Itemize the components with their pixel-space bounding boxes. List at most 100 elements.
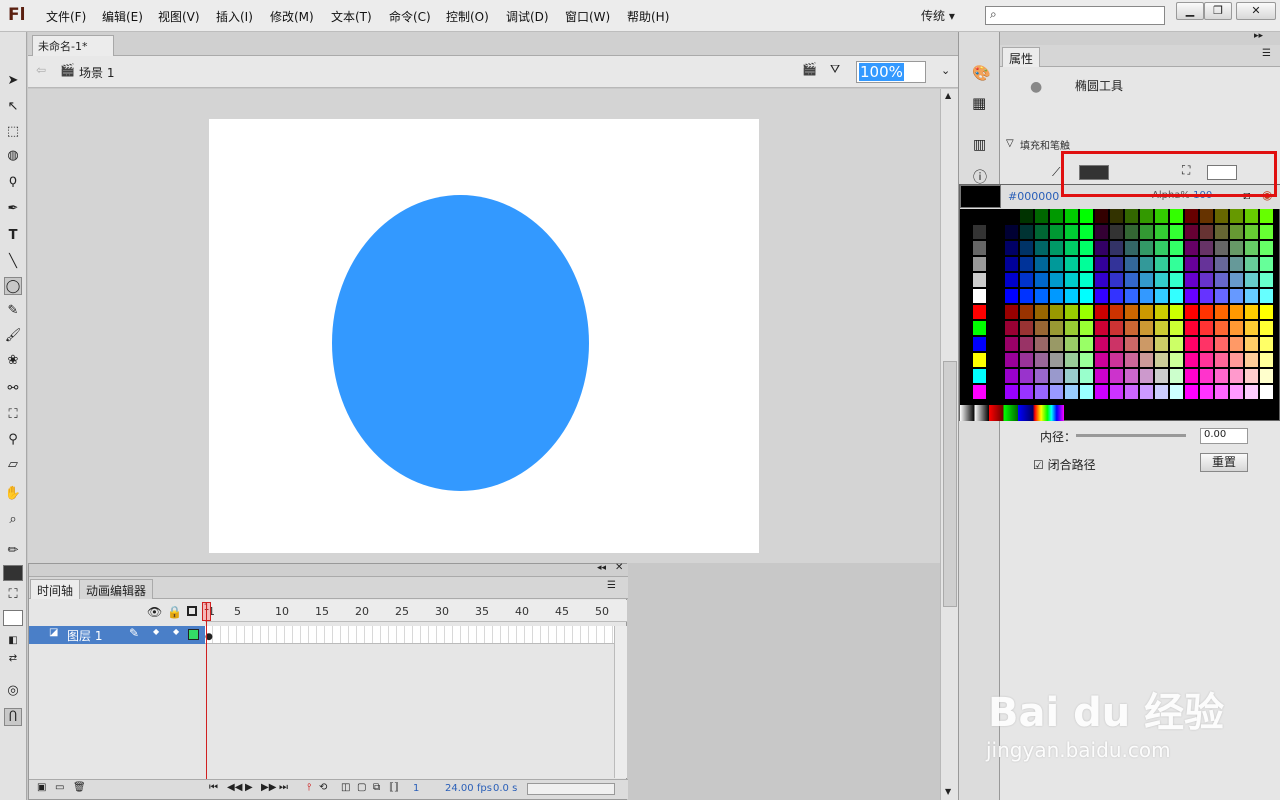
color-swatch[interactable] bbox=[1065, 369, 1079, 384]
edit-multiple-icon[interactable]: ⧉ bbox=[373, 782, 380, 793]
color-swatch[interactable] bbox=[1050, 273, 1064, 288]
color-swatch[interactable] bbox=[1110, 289, 1124, 304]
chevron-down-icon[interactable]: ▽ bbox=[1006, 138, 1014, 149]
pen-tool-icon[interactable]: ✒ bbox=[4, 200, 22, 218]
color-swatch[interactable] bbox=[1245, 289, 1259, 304]
color-swatch[interactable] bbox=[1260, 257, 1274, 272]
color-swatch[interactable] bbox=[1020, 369, 1034, 384]
color-swatch[interactable] bbox=[1215, 241, 1229, 256]
color-swatch[interactable] bbox=[1260, 209, 1274, 224]
color-swatch[interactable] bbox=[973, 369, 987, 384]
color-swatch[interactable] bbox=[1140, 353, 1154, 368]
zoom-select[interactable]: 100% ⌄ bbox=[856, 61, 950, 83]
color-swatch[interactable] bbox=[1260, 353, 1274, 368]
layer-row[interactable]: ◪ 图层 1 ✎ ◆ ◆ bbox=[29, 626, 205, 644]
color-swatch[interactable] bbox=[1230, 385, 1244, 400]
outline-icon[interactable] bbox=[187, 606, 197, 616]
color-swatch[interactable] bbox=[1170, 209, 1184, 224]
color-swatch[interactable] bbox=[1245, 369, 1259, 384]
color-swatch[interactable] bbox=[1050, 209, 1064, 224]
color-swatch[interactable] bbox=[1185, 321, 1199, 336]
color-swatch[interactable] bbox=[1260, 225, 1274, 240]
color-swatch[interactable] bbox=[1230, 241, 1244, 256]
loop-icon[interactable]: ⟲ bbox=[319, 782, 327, 793]
color-swatch[interactable] bbox=[973, 385, 987, 400]
timeline-horizontal-scrollbar[interactable] bbox=[527, 783, 615, 795]
onion-skin-icon[interactable]: ◫ bbox=[341, 782, 350, 793]
color-swatch[interactable] bbox=[1170, 321, 1184, 336]
tab-motion-editor[interactable]: 动画编辑器 bbox=[79, 579, 154, 599]
color-swatch[interactable] bbox=[1035, 273, 1049, 288]
color-swatch[interactable] bbox=[1140, 225, 1154, 240]
color-swatch[interactable] bbox=[1110, 321, 1124, 336]
color-swatch[interactable] bbox=[1020, 241, 1034, 256]
reset-button[interactable]: 重置 bbox=[1200, 453, 1248, 472]
color-swatch[interactable] bbox=[973, 305, 987, 320]
3d-rotation-tool-icon[interactable]: ◍ bbox=[4, 147, 22, 165]
color-swatch[interactable] bbox=[1245, 353, 1259, 368]
checkbox-checked-icon[interactable]: ☑ bbox=[1033, 458, 1044, 472]
menu-debug[interactable]: 调试(D) bbox=[506, 8, 549, 25]
onion-outline-icon[interactable]: ▢ bbox=[357, 782, 366, 793]
color-swatch[interactable] bbox=[1050, 225, 1064, 240]
color-swatch[interactable] bbox=[1020, 209, 1034, 224]
color-swatch[interactable] bbox=[1245, 225, 1259, 240]
color-swatch[interactable] bbox=[1185, 257, 1199, 272]
color-swatch[interactable] bbox=[1260, 385, 1274, 400]
color-swatch[interactable] bbox=[1245, 385, 1259, 400]
color-swatch[interactable] bbox=[1065, 289, 1079, 304]
new-folder-icon[interactable]: ▭ bbox=[55, 782, 64, 793]
center-frame-icon[interactable]: ⫯ bbox=[307, 782, 311, 793]
color-swatch[interactable] bbox=[1125, 241, 1139, 256]
color-panel-icon[interactable]: 🎨 bbox=[972, 64, 991, 82]
color-swatch[interactable] bbox=[973, 257, 987, 272]
pencil-tool-icon[interactable]: ✎ bbox=[4, 302, 22, 320]
color-swatch[interactable] bbox=[1170, 385, 1184, 400]
color-swatch[interactable] bbox=[1065, 385, 1079, 400]
color-swatch[interactable] bbox=[1140, 321, 1154, 336]
color-swatch[interactable] bbox=[1020, 257, 1034, 272]
color-swatch[interactable] bbox=[1080, 305, 1094, 320]
color-swatch[interactable] bbox=[1035, 385, 1049, 400]
new-layer-icon[interactable]: ▣ bbox=[37, 782, 46, 793]
color-swatch[interactable] bbox=[1185, 209, 1199, 224]
color-swatch[interactable] bbox=[1155, 337, 1169, 352]
snap-magnet-icon[interactable]: Ⴖ bbox=[4, 708, 22, 726]
color-swatch[interactable] bbox=[1245, 273, 1259, 288]
document-tab[interactable]: 未命名-1* ✕ bbox=[32, 35, 114, 67]
color-swatch[interactable] bbox=[1170, 289, 1184, 304]
color-swatch[interactable] bbox=[1155, 321, 1169, 336]
color-swatch[interactable] bbox=[1050, 321, 1064, 336]
color-swatch[interactable] bbox=[1230, 353, 1244, 368]
color-swatch[interactable] bbox=[1215, 353, 1229, 368]
color-swatch[interactable] bbox=[1005, 209, 1019, 224]
color-swatch[interactable] bbox=[1080, 353, 1094, 368]
color-swatch[interactable] bbox=[1035, 337, 1049, 352]
color-swatch[interactable] bbox=[1185, 225, 1199, 240]
menu-insert[interactable]: 插入(I) bbox=[216, 8, 253, 25]
color-swatch[interactable] bbox=[1095, 225, 1109, 240]
lasso-tool-icon[interactable]: ϙ bbox=[4, 172, 22, 190]
color-swatch[interactable] bbox=[1125, 369, 1139, 384]
color-swatch[interactable] bbox=[1020, 337, 1034, 352]
color-swatch[interactable] bbox=[1125, 337, 1139, 352]
color-swatch[interactable] bbox=[1215, 385, 1229, 400]
lock-dot-icon[interactable]: ◆ bbox=[173, 627, 179, 636]
onion-markers-icon[interactable]: ⟦⟧ bbox=[389, 782, 399, 793]
color-swatch[interactable] bbox=[1155, 225, 1169, 240]
color-swatch[interactable] bbox=[1155, 385, 1169, 400]
color-swatch[interactable] bbox=[1065, 321, 1079, 336]
color-swatch[interactable] bbox=[1035, 209, 1049, 224]
color-swatch[interactable] bbox=[1080, 289, 1094, 304]
color-swatch[interactable] bbox=[1140, 241, 1154, 256]
hex-value[interactable]: #000000 bbox=[1008, 190, 1059, 203]
collapse-icon[interactable]: ◂◂ bbox=[597, 563, 606, 573]
color-swatch[interactable] bbox=[1185, 273, 1199, 288]
color-swatch[interactable] bbox=[1035, 305, 1049, 320]
color-swatch[interactable] bbox=[1095, 289, 1109, 304]
color-swatch[interactable] bbox=[1260, 337, 1274, 352]
subselection-tool-icon[interactable]: ↖ bbox=[4, 98, 22, 116]
color-swatch[interactable] bbox=[1080, 321, 1094, 336]
color-swatch[interactable] bbox=[1230, 289, 1244, 304]
color-swatch[interactable] bbox=[1230, 209, 1244, 224]
